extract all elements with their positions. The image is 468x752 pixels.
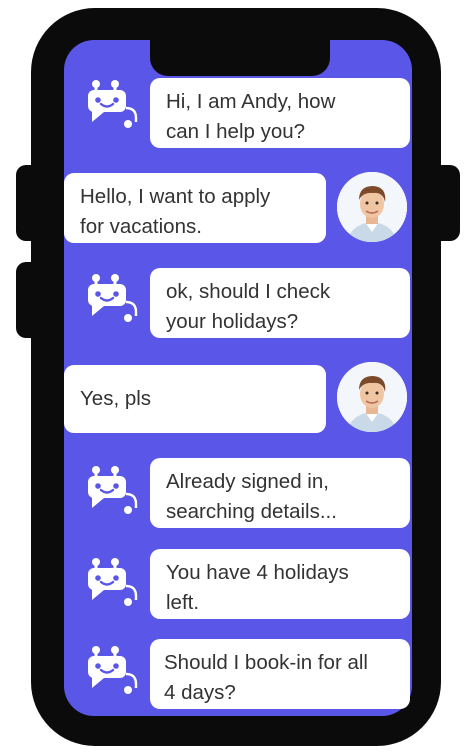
message-line: your holidays? [166, 310, 299, 333]
bot-message-bubble: You have 4 holidays left. [150, 549, 410, 619]
bot-message-bubble: ok, should I check your holidays? [150, 268, 410, 338]
message-line: 4 days? [164, 681, 236, 704]
bot-message-bubble: Should I book-in for all 4 days? [150, 639, 410, 709]
phone-volume-down-button [16, 262, 44, 338]
bot-message-bubble: Already signed in, searching details... [150, 458, 410, 528]
message-line: You have 4 holidays [166, 561, 349, 584]
message-line: ok, should I check [166, 280, 331, 303]
chatbot-icon [88, 274, 138, 322]
message-line: Hello, I want to apply [80, 185, 271, 208]
message-line: can I help you? [166, 120, 306, 143]
chatbot-icon [88, 558, 138, 606]
chatbot-icon [88, 646, 138, 694]
message-line: Should I book-in for all [164, 651, 368, 674]
user-message-bubble: Hello, I want to apply for vacations. [64, 173, 326, 243]
message-line: Hi, I am Andy, how [166, 90, 336, 113]
bot-message-bubble: Hi, I am Andy, how can I help you? [150, 78, 410, 148]
user-message-bubble: Yes, pls [64, 365, 326, 433]
phone-volume-up-button [16, 165, 44, 241]
user-avatar [337, 362, 407, 432]
message-line: searching details... [166, 500, 337, 523]
chatbot-icon [88, 466, 138, 514]
chatbot-icon [88, 80, 138, 128]
message-line: left. [166, 591, 200, 614]
message-line: Already signed in, [166, 470, 329, 493]
message-line: for vacations. [80, 215, 202, 238]
phone-power-button [430, 165, 460, 241]
user-avatar [337, 172, 407, 242]
phone-notch [150, 14, 330, 76]
message-line: Yes, pls [80, 387, 152, 410]
